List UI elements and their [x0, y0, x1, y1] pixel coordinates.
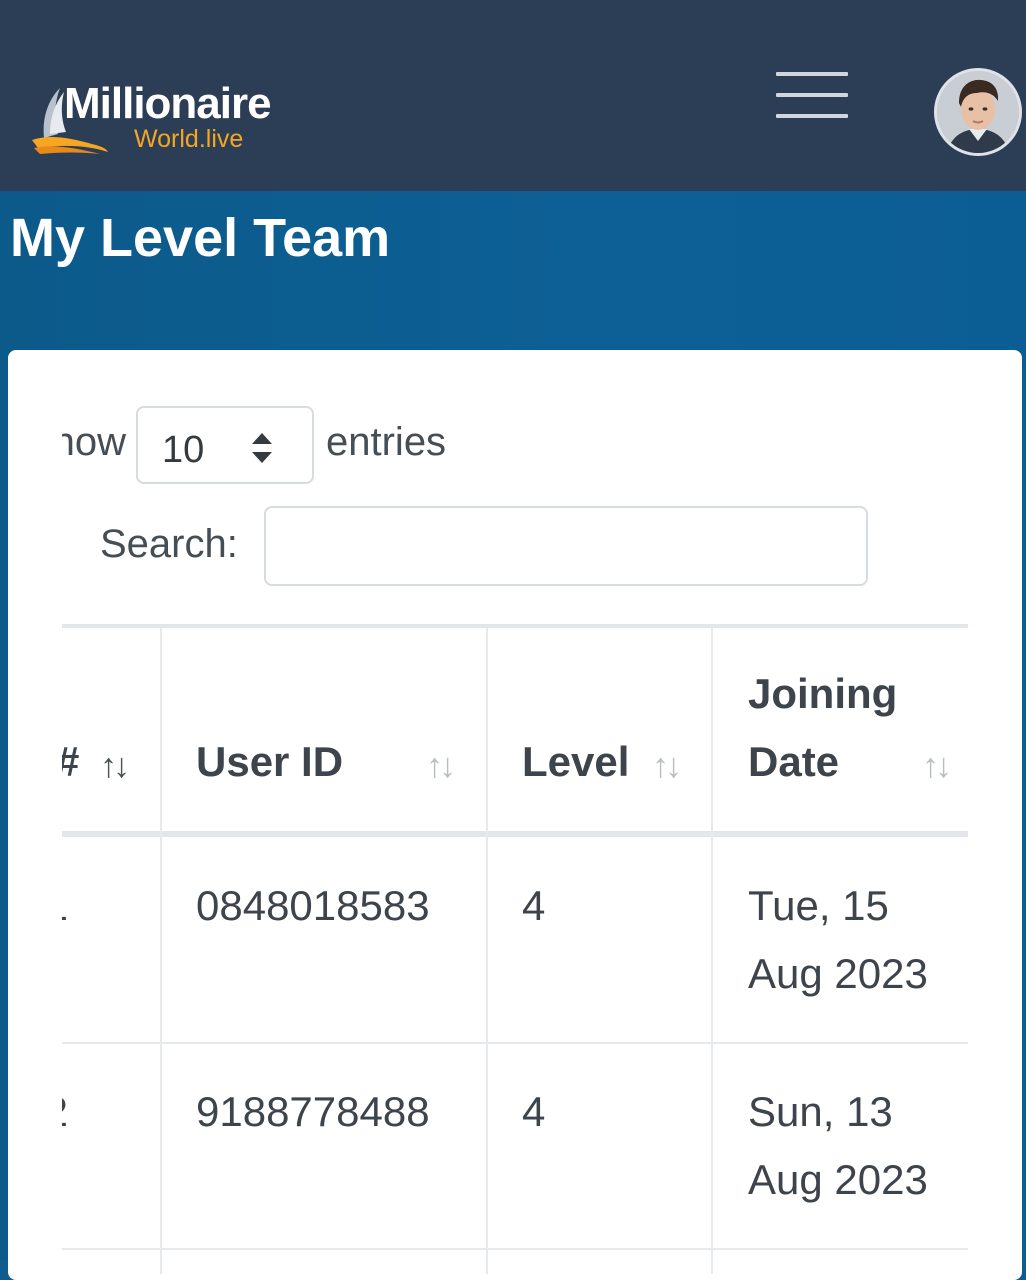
row-number: 1: [62, 872, 68, 940]
search-label: Search:: [100, 522, 238, 566]
row-number: 2: [62, 1078, 68, 1146]
entries-per-page-select[interactable]: 10: [136, 406, 314, 484]
column-header-label: User ID: [196, 738, 344, 785]
entries-select-value: 10: [162, 429, 205, 471]
column-header-label: #: [62, 728, 79, 796]
row-divider: [62, 1042, 968, 1044]
column-header-label: Joining: [748, 670, 898, 717]
top-navbar: Millionaire World.live: [0, 0, 1026, 191]
column-divider: [486, 628, 488, 1274]
sort-icon[interactable]: ↑↓: [426, 746, 456, 786]
column-divider: [160, 628, 162, 1274]
column-divider: [711, 628, 713, 1274]
hamburger-menu-icon[interactable]: [776, 72, 848, 122]
user-id-cell: 9188778488: [196, 1088, 430, 1135]
joining-date-cell: Aug 2023: [748, 950, 928, 997]
joining-date-cell: Aug 2023: [748, 1156, 928, 1203]
sort-icon[interactable]: ↑↓: [652, 746, 682, 786]
user-avatar[interactable]: [934, 68, 1022, 156]
joining-date-cell: Sun, 13: [748, 1088, 893, 1135]
entries-label: entries: [326, 420, 447, 464]
column-header-label: Level: [522, 738, 630, 785]
level-cell: 4: [522, 1088, 546, 1135]
joining-date-cell: Tue, 15: [748, 882, 889, 929]
show-entries-label: Show: [62, 420, 126, 464]
brand-logo[interactable]: Millionaire World.live: [30, 78, 300, 158]
table-top-border: [62, 624, 968, 628]
sort-icon[interactable]: ↑↓: [922, 746, 952, 786]
select-updown-icon: [252, 433, 272, 463]
logo-subtitle: World.live: [134, 125, 244, 153]
table-header-border: [62, 831, 968, 837]
logo-wordmark: Millionaire: [64, 79, 272, 128]
hamburger-line: [776, 93, 848, 97]
hamburger-line: [776, 72, 848, 76]
page-title: My Level Team: [10, 208, 391, 268]
sort-icon[interactable]: ↑↓: [100, 746, 130, 786]
level-team-table: # ↑↓ User ID ↑↓ Level ↑↓ Joining Date ↑↓…: [62, 624, 968, 1274]
user-id-cell: 0848018583: [196, 882, 430, 929]
hamburger-line: [776, 114, 848, 118]
row-divider: [62, 1248, 968, 1250]
level-cell: 4: [522, 882, 546, 929]
column-header-label: Date: [748, 738, 840, 785]
search-input[interactable]: [264, 506, 868, 586]
avatar-portrait-icon: [937, 71, 1019, 153]
